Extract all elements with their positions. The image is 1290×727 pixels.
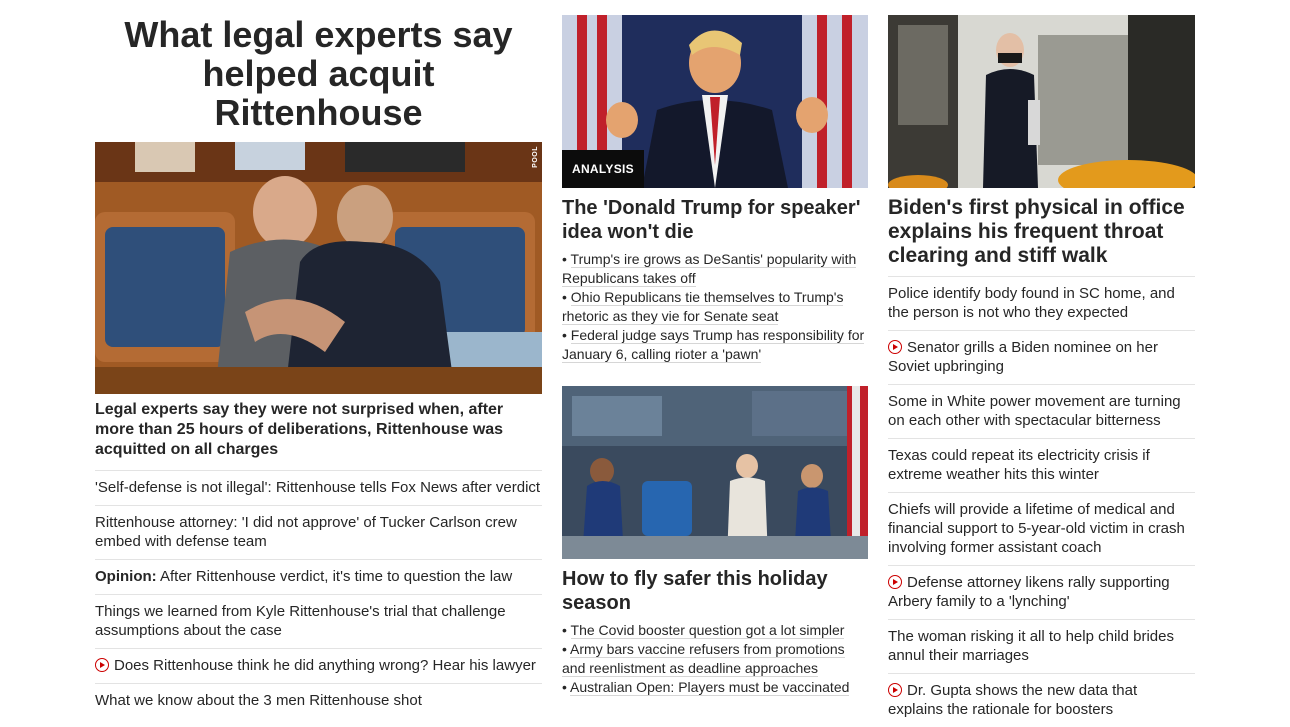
story-link[interactable]: Federal judge says Trump has responsibil… [562,327,865,363]
story-link[interactable]: After Rittenhouse verdict, it's time to … [157,568,512,585]
story-link[interactable]: What we know about the 3 men Rittenhouse… [95,692,422,709]
story-link[interactable]: Chiefs will provide a lifetime of medica… [888,501,1185,556]
lead-story-column: What legal experts say helped acquit Rit… [95,15,542,718]
story-link[interactable]: The woman risking it all to help child b… [888,628,1174,664]
list-item[interactable]: Opinion: After Rittenhouse verdict, it's… [95,560,542,595]
list-item[interactable]: • Army bars vaccine refusers from promot… [562,640,868,678]
list-item[interactable]: Does Rittenhouse think he did anything w… [95,649,542,684]
list-item[interactable]: Dr. Gupta shows the new data that explai… [888,674,1195,727]
story-link[interactable]: Army bars vaccine refusers from promotio… [562,641,845,677]
story-link[interactable]: Texas could repeat its electricity crisi… [888,447,1150,483]
lead-headline[interactable]: What legal experts say helped acquit Rit… [95,15,542,132]
travel-headline[interactable]: How to fly safer this holiday season [562,567,868,615]
lead-summary[interactable]: Legal experts say they were not surprise… [95,400,542,471]
biden-headline[interactable]: Biden's first physical in office explain… [888,196,1195,277]
analysis-badge: ANALYSIS [562,150,644,188]
list-item[interactable]: Chiefs will provide a lifetime of medica… [888,493,1195,566]
list-item[interactable]: • Trump's ire grows as DeSantis' popular… [562,250,868,288]
list-item[interactable]: • Ohio Republicans tie themselves to Tru… [562,288,868,326]
list-item[interactable]: Police identify body found in SC home, a… [888,277,1195,331]
photo-credit: POOL [532,146,539,168]
list-item[interactable]: Rittenhouse attorney: 'I did not approve… [95,506,542,560]
airport-illustration [562,386,868,559]
list-item[interactable]: Defense attorney likens rally supporting… [888,566,1195,620]
story-link[interactable]: Trump's ire grows as DeSantis' popularit… [562,251,857,287]
list-item[interactable]: Things we learned from Kyle Rittenhouse'… [95,595,542,649]
right-column: Biden's first physical in office explain… [888,15,1195,727]
list-item[interactable]: Some in White power movement are turning… [888,385,1195,439]
trump-related-list: • Trump's ire grows as DeSantis' popular… [562,250,868,364]
list-item[interactable]: 'Self-defense is not illegal': Rittenhou… [95,471,542,506]
trump-image[interactable]: ANALYSIS [562,15,868,188]
story-link[interactable]: Defense attorney likens rally supporting… [888,574,1170,610]
travel-related-list: • The Covid booster question got a lot s… [562,621,868,697]
list-item[interactable]: The woman risking it all to help child b… [888,620,1195,674]
list-item[interactable]: • Federal judge says Trump has responsib… [562,326,868,364]
story-link[interactable]: Senator grills a Biden nominee on her So… [888,339,1158,375]
story-link[interactable]: 'Self-defense is not illegal': Rittenhou… [95,479,540,496]
video-play-icon [888,683,902,697]
biden-illustration [888,15,1195,188]
story-link[interactable]: Police identify body found in SC home, a… [888,285,1175,321]
story-link[interactable]: Dr. Gupta shows the new data that explai… [888,682,1137,718]
rittenhouse-courtroom-image[interactable]: POOL [95,142,542,394]
video-play-icon [888,340,902,354]
right-stories-list: Police identify body found in SC home, a… [888,277,1195,727]
story-link[interactable]: Things we learned from Kyle Rittenhouse'… [95,603,506,639]
biden-image[interactable] [888,15,1195,188]
story-link[interactable]: Does Rittenhouse think he did anything w… [114,657,536,674]
story-link[interactable]: Some in White power movement are turning… [888,393,1181,429]
list-item[interactable]: Texas could repeat its electricity crisi… [888,439,1195,493]
courtroom-illustration [95,142,542,394]
list-item[interactable]: • Australian Open: Players must be vacci… [562,678,868,697]
list-item[interactable]: • The Covid booster question got a lot s… [562,621,868,640]
story-link[interactable]: Ohio Republicans tie themselves to Trump… [562,289,844,325]
video-play-icon [888,575,902,589]
opinion-label: Opinion: [95,568,157,585]
middle-column: ANALYSIS The 'Donald Trump for speaker' … [562,15,868,697]
trump-headline[interactable]: The 'Donald Trump for speaker' idea won'… [562,196,868,244]
list-item[interactable]: Senator grills a Biden nominee on her So… [888,331,1195,385]
list-item[interactable]: What we know about the 3 men Rittenhouse… [95,684,542,718]
related-stories-list: 'Self-defense is not illegal': Rittenhou… [95,471,542,718]
story-link[interactable]: Australian Open: Players must be vaccina… [570,679,850,696]
video-play-icon [95,658,109,672]
airport-security-image[interactable] [562,386,868,559]
story-link[interactable]: The Covid booster question got a lot sim… [570,622,845,639]
story-link[interactable]: Rittenhouse attorney: 'I did not approve… [95,514,517,550]
